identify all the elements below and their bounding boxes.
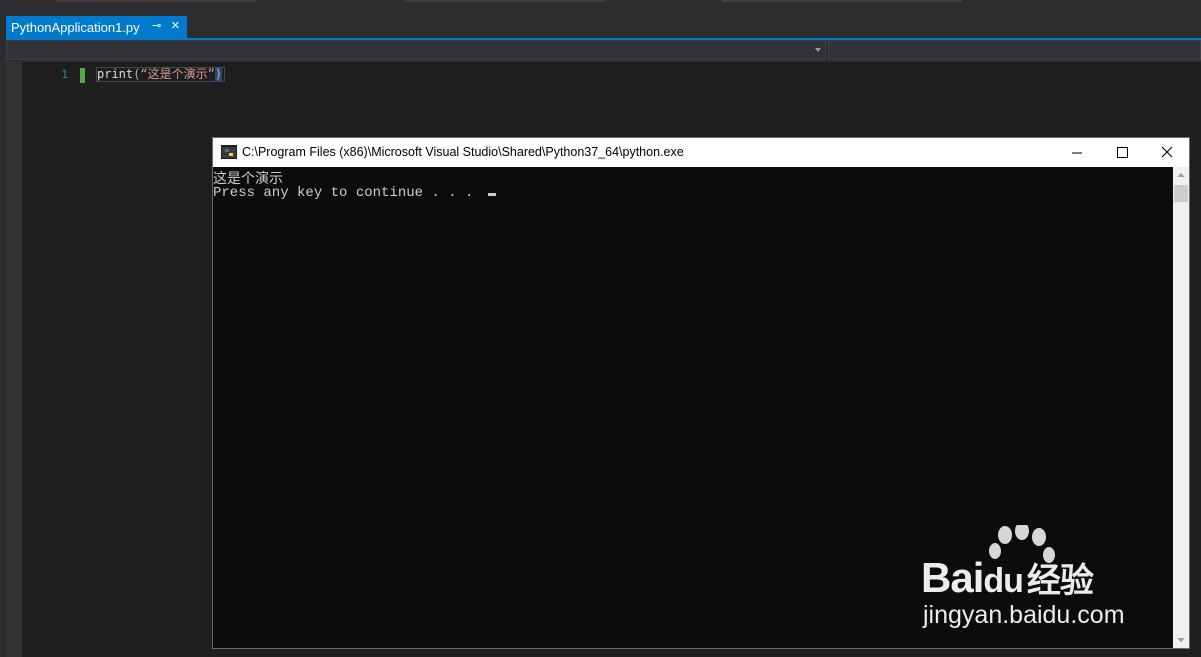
python-icon: [221, 145, 237, 159]
tab-title: PythonApplication1.py: [11, 20, 140, 35]
watermark-brand-latin: Bai: [921, 554, 984, 601]
change-indicator: [80, 68, 85, 83]
pin-icon[interactable]: ⊸: [152, 19, 161, 32]
scroll-thumb[interactable]: [1174, 185, 1188, 202]
console-prompt-text: Press any key to continue . . .: [213, 185, 482, 201]
maximize-icon: [1117, 147, 1128, 158]
document-tab-row: PythonApplication1.py ⊸ ×: [0, 16, 1201, 38]
navigation-bar: [6, 40, 1201, 62]
visual-studio-window: PythonApplication1.py ⊸ × 1 print(“这是个演示…: [0, 0, 1201, 657]
scroll-up-icon[interactable]: [1177, 173, 1185, 177]
minimize-button[interactable]: [1054, 138, 1100, 167]
maximize-button[interactable]: [1099, 138, 1145, 167]
watermark-brand-du: du: [983, 562, 1024, 600]
code-string-literal: “这是个演示”: [140, 67, 215, 81]
minimize-icon: [1072, 152, 1082, 154]
scroll-down-icon[interactable]: [1177, 638, 1185, 642]
watermark-brand-cn: 经验: [1026, 561, 1094, 601]
members-dropdown[interactable]: [828, 40, 1201, 60]
code-function-name: print: [97, 67, 134, 81]
code-close-paren: ): [214, 67, 223, 81]
console-scrollbar[interactable]: [1173, 167, 1189, 648]
tab-pythonapplication1[interactable]: PythonApplication1.py ⊸ ×: [6, 16, 187, 38]
watermark-url: jingyan.baidu.com: [923, 601, 1125, 629]
toolbar-segment: [722, 0, 962, 2]
watermark-brand: Baidu 经验: [921, 553, 1094, 602]
toolbar-segment: [56, 0, 256, 2]
window-close-button[interactable]: [1144, 138, 1190, 167]
toolbar-strip: [0, 0, 1201, 16]
close-icon[interactable]: ×: [171, 17, 180, 34]
toolbar-segment: [405, 0, 605, 2]
line-number: 1: [61, 68, 68, 81]
text-cursor: [487, 193, 496, 196]
console-title: C:\Program Files (x86)\Microsoft Visual …: [242, 145, 684, 159]
console-output-line: Press any key to continue . . .: [213, 185, 496, 201]
window-close-icon: [1161, 146, 1173, 158]
baidu-jingyan-watermark: Baidu 经验 jingyan.baidu.com: [915, 522, 1145, 635]
console-titlebar[interactable]: C:\Program Files (x86)\Microsoft Visual …: [213, 138, 1189, 167]
chevron-down-icon[interactable]: [815, 48, 821, 52]
code-line-row: 1 print(“这是个演示”): [6, 67, 1201, 83]
types-dropdown[interactable]: [6, 40, 826, 60]
code-line[interactable]: print(“这是个演示”): [96, 67, 226, 82]
glyph-margin: [6, 62, 22, 657]
